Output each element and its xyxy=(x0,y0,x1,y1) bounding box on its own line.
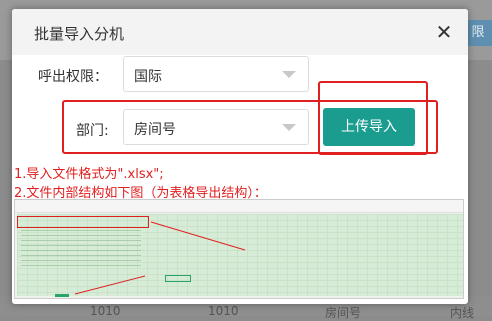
upload-highlight-box xyxy=(318,81,428,155)
dialog-header: 批量导入分机 ✕ xyxy=(12,9,468,55)
spreadsheet-preview-image xyxy=(14,199,464,299)
dialog-title: 批量导入分机 xyxy=(34,25,125,43)
preview-arrows xyxy=(74,221,246,295)
background-cell: 内线 xyxy=(450,306,475,320)
batch-import-dialog: 批量导入分机 ✕ 呼出权限： 国际 部门: 房间号 上传导入 1.导入文件格式为… xyxy=(12,9,468,304)
background-cell: 房间号 xyxy=(325,306,362,320)
permission-select-value: 国际 xyxy=(134,69,162,85)
permission-select[interactable]: 国际 xyxy=(123,56,309,92)
close-icon[interactable]: ✕ xyxy=(434,22,454,42)
background-tab: 限 xyxy=(464,20,492,46)
permission-label: 呼出权限： xyxy=(38,69,108,85)
chevron-down-icon xyxy=(282,71,296,78)
instruction-line-1: 1.导入文件格式为".xlsx"; xyxy=(14,167,164,182)
